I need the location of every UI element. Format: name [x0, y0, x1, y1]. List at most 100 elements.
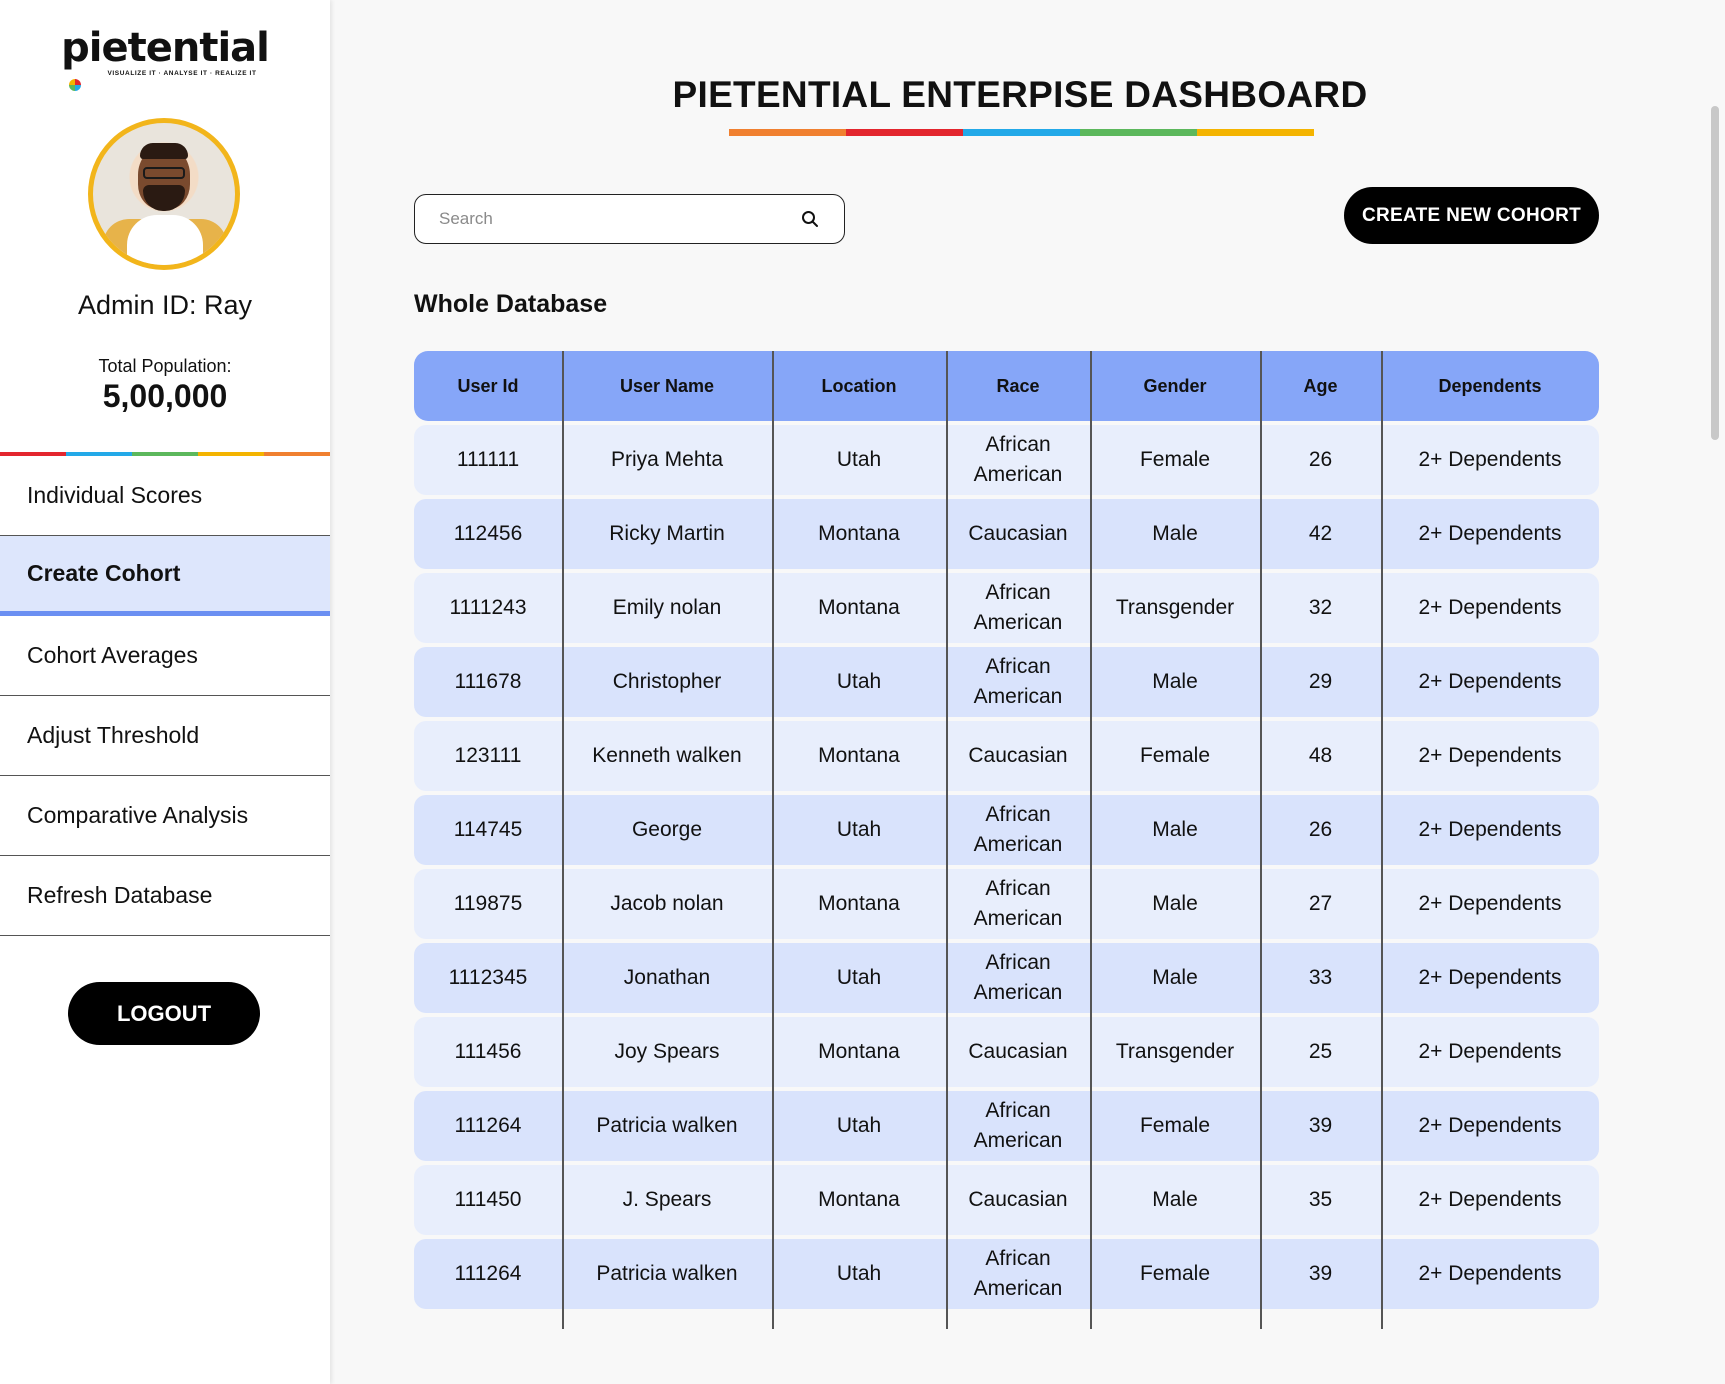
table-row[interactable]: 1111243 Emily nolan Montana African America… [414, 573, 1599, 643]
cell-user-name: Jacob nolan [610, 892, 724, 915]
cell-race: African American [973, 1247, 1063, 1300]
logout-button[interactable]: LOGOUT [68, 982, 260, 1045]
cell-age: 39 [1308, 1262, 1333, 1285]
table-row[interactable]: 111111 Priya Mehta Utah African American Fem… [414, 425, 1599, 495]
cell-user-id: 111264 [454, 1262, 522, 1285]
cell-user-id: 111111 [456, 448, 520, 471]
search-input[interactable] [439, 209, 800, 229]
table-row[interactable]: 111264 Patricia walken Utah African America… [414, 1239, 1599, 1309]
cell-dependents: 2+ Dependents [1418, 670, 1562, 693]
create-new-cohort-button[interactable]: CREATE NEW COHORT [1344, 187, 1599, 244]
cell-user-id: 119875 [453, 892, 523, 915]
cell-user-name: Kenneth walken [592, 744, 742, 767]
section-title: Whole Database [414, 290, 608, 318]
pietential-logo[interactable]: pietential VISUALIZE IT · ANALYSE IT · R… [0, 25, 330, 91]
cell-user-name: Joy Spears [614, 1040, 720, 1063]
cell-race: Caucasian [968, 522, 1068, 545]
cell-location: Montana [818, 744, 900, 767]
cell-user-name: George [631, 818, 703, 841]
cell-user-id: 114745 [453, 818, 523, 841]
cell-gender: Male [1152, 522, 1198, 545]
sidebar-item-cohort-averages[interactable]: Cohort Averages [0, 616, 330, 696]
cell-user-name: Priya Mehta [610, 448, 724, 471]
title-color-underline [729, 129, 1314, 136]
cell-user-id: 111264 [454, 1114, 522, 1137]
sidebar-item-comparative-analysis[interactable]: Comparative Analysis [0, 776, 330, 856]
table-header: User Id User Name Location Race Gender A… [414, 351, 1599, 421]
table-row[interactable]: 111450 J. Spears Montana Caucasian Male 35 2+ … [414, 1165, 1599, 1235]
table-row[interactable]: 111264 Patricia walken Utah African America… [414, 1091, 1599, 1161]
column-header-age[interactable]: Age [1260, 351, 1381, 421]
cell-user-name: Patricia walken [596, 1262, 738, 1285]
column-header-user-name[interactable]: User Name [562, 351, 772, 421]
cell-gender: Female [1139, 744, 1211, 767]
cell-location: Utah [836, 966, 882, 989]
cell-user-name: Jonathan [623, 966, 711, 989]
table-row[interactable]: 119875 Jacob nolan Montana African American… [414, 869, 1599, 939]
sidebar-item-adjust-threshold[interactable]: Adjust Threshold [0, 696, 330, 776]
cell-dependents: 2+ Dependents [1418, 966, 1562, 989]
table-row[interactable]: 112456 Ricky Martin Montana Caucasian Male 42… [414, 499, 1599, 569]
cell-location: Montana [818, 522, 900, 545]
table-row[interactable]: 1112345 Jonathan Utah African American Male 3… [414, 943, 1599, 1013]
cell-dependents: 2+ Dependents [1418, 892, 1562, 915]
cell-dependents: 2+ Dependents [1418, 596, 1562, 619]
cell-age: 26 [1308, 448, 1333, 471]
cell-user-name: Ricky Martin [609, 522, 725, 545]
cell-location: Montana [818, 596, 900, 619]
sidebar-item-refresh-database[interactable]: Refresh Database [0, 856, 330, 936]
population-value: 5,00,000 [102, 378, 228, 414]
cell-user-id: 112456 [453, 522, 523, 545]
cell-location: Utah [836, 448, 882, 471]
cell-gender: Male [1152, 670, 1198, 693]
column-header-race[interactable]: Race [946, 351, 1090, 421]
cell-gender: Female [1139, 1262, 1211, 1285]
cell-location: Montana [818, 1040, 900, 1063]
cell-dependents: 2+ Dependents [1418, 1114, 1562, 1137]
cell-race: African American [973, 581, 1063, 634]
column-header-location[interactable]: Location [772, 351, 946, 421]
cell-age: 25 [1308, 1040, 1333, 1063]
table-row[interactable]: 114745 George Utah African American Male 26 2+… [414, 795, 1599, 865]
search-bar [414, 194, 845, 244]
admin-id: Admin ID: Ray [77, 290, 253, 320]
cell-gender: Transgender [1115, 1040, 1235, 1063]
population-label: Total Population: [98, 356, 232, 376]
page-scrollbar[interactable] [1711, 106, 1719, 440]
sidebar-item-create-cohort[interactable]: Create Cohort [0, 536, 330, 616]
cell-location: Utah [836, 1262, 882, 1285]
logo-wordmark: pietential [61, 25, 270, 71]
logo-tagline: VISUALIZE IT · ANALYSE IT · REALIZE IT [107, 70, 257, 77]
cell-dependents: 2+ Dependents [1418, 1040, 1562, 1063]
column-header-dependents[interactable]: Dependents [1381, 351, 1599, 421]
cell-race: African American [973, 433, 1063, 486]
cell-age: 26 [1308, 818, 1333, 841]
cell-gender: Transgender [1115, 596, 1235, 619]
search-icon[interactable] [800, 209, 820, 229]
cell-dependents: 2+ Dependents [1418, 818, 1562, 841]
cell-race: African American [973, 655, 1063, 708]
cell-age: 39 [1308, 1114, 1333, 1137]
cell-dependents: 2+ Dependents [1418, 1262, 1562, 1285]
cell-location: Montana [818, 892, 900, 915]
cell-gender: Male [1152, 966, 1198, 989]
cell-race: Caucasian [968, 744, 1068, 767]
column-header-user-id[interactable]: User Id [414, 351, 562, 421]
table-row[interactable]: 111456 Joy Spears Montana Caucasian Transgen… [414, 1017, 1599, 1087]
sidebar-item-label: Comparative Analysis [27, 802, 249, 828]
cell-gender: Male [1152, 1188, 1198, 1211]
cell-user-id: 111456 [454, 1040, 522, 1063]
table-row[interactable]: 123111 Kenneth walken Montana Caucasian Fema… [414, 721, 1599, 791]
sidebar: pietential VISUALIZE IT · ANALYSE IT · R… [0, 0, 330, 1384]
table-row[interactable]: 111678 Christopher Utah African American Mal… [414, 647, 1599, 717]
table-body: 111111 Priya Mehta Utah African American Fem… [414, 425, 1599, 1313]
page-title: PIETENTIAL ENTERPISE DASHBOARD [672, 74, 1368, 115]
cell-user-id: 111678 [454, 670, 522, 693]
avatar [88, 118, 240, 270]
cell-age: 33 [1308, 966, 1333, 989]
sidebar-item-individual-scores[interactable]: Individual Scores [0, 456, 330, 536]
cell-race: Caucasian [968, 1040, 1068, 1063]
cell-gender: Female [1139, 1114, 1211, 1137]
cell-user-name: Emily nolan [612, 596, 722, 619]
column-header-gender[interactable]: Gender [1090, 351, 1260, 421]
